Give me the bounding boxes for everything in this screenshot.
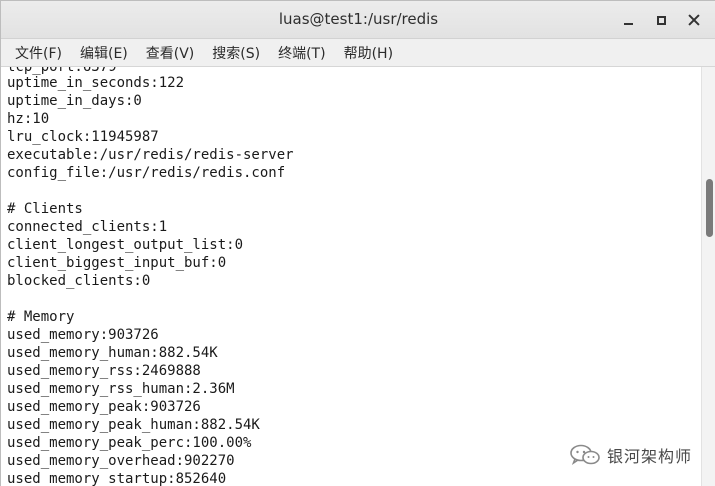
terminal-line: used_memory_overhead:902270 bbox=[7, 453, 235, 469]
terminal-line: # Clients bbox=[7, 201, 83, 217]
vertical-scrollbar[interactable] bbox=[701, 67, 715, 486]
menu-edit[interactable]: 编辑(E) bbox=[72, 43, 136, 63]
terminal-line: hz:10 bbox=[7, 111, 50, 127]
terminal-line: used_memory_peak:903726 bbox=[7, 399, 201, 415]
terminal-line: used_memory_peak_perc:100.00% bbox=[7, 435, 252, 451]
terminal-output[interactable]: tcp_port:6379 uptime_in_seconds:122 upti… bbox=[1, 67, 701, 486]
terminal-line: used_memory_peak_human:882.54K bbox=[7, 417, 260, 433]
terminal-line: used_memory_rss_human:2.36M bbox=[7, 381, 235, 397]
terminal-line: client_biggest_input_buf:0 bbox=[7, 255, 227, 271]
terminal-line: client_longest_output_list:0 bbox=[7, 237, 244, 253]
terminal-line: used_memory_startup:852640 bbox=[7, 471, 227, 486]
minimize-icon bbox=[623, 23, 633, 25]
terminal-line: used_memory_rss:2469888 bbox=[7, 363, 201, 379]
terminal-line: used_memory_human:882.54K bbox=[7, 345, 218, 361]
menu-terminal[interactable]: 终端(T) bbox=[270, 43, 333, 63]
terminal-line: executable:/usr/redis/redis-server bbox=[7, 147, 294, 163]
terminal-line: blocked_clients:0 bbox=[7, 273, 151, 289]
watermark-text: 银河架构师 bbox=[607, 447, 693, 466]
terminal-line: used_memory:903726 bbox=[7, 327, 159, 343]
maximize-button[interactable] bbox=[650, 9, 672, 31]
menu-search[interactable]: 搜索(S) bbox=[204, 43, 268, 63]
window-title: luas@test1:/usr/redis bbox=[278, 10, 439, 28]
scrollbar-thumb[interactable] bbox=[706, 179, 713, 237]
terminal-line: config_file:/usr/redis/redis.conf bbox=[7, 165, 286, 181]
maximize-icon bbox=[656, 15, 666, 25]
menu-file[interactable]: 文件(F) bbox=[7, 43, 70, 63]
wechat-icon bbox=[570, 444, 600, 466]
terminal-line: uptime_in_seconds:122 bbox=[7, 75, 185, 91]
terminal-line: connected_clients:1 bbox=[7, 219, 168, 235]
watermark: 银河架构师 bbox=[569, 441, 693, 469]
menu-view[interactable]: 查看(V) bbox=[138, 43, 203, 63]
close-button[interactable] bbox=[683, 9, 705, 31]
close-icon bbox=[688, 14, 700, 26]
terminal-line: uptime_in_days:0 bbox=[7, 93, 142, 109]
minimize-button[interactable] bbox=[617, 9, 639, 31]
terminal-window: luas@test1:/usr/redis 文件(F) 编辑(E) 查看(V) … bbox=[0, 0, 715, 486]
menu-bar: 文件(F) 编辑(E) 查看(V) 搜索(S) 终端(T) 帮助(H) bbox=[1, 39, 715, 67]
title-bar[interactable]: luas@test1:/usr/redis bbox=[1, 1, 715, 39]
menu-help[interactable]: 帮助(H) bbox=[336, 43, 401, 63]
terminal-line: # Memory bbox=[7, 309, 75, 325]
terminal-line: lru_clock:11945987 bbox=[7, 129, 159, 145]
